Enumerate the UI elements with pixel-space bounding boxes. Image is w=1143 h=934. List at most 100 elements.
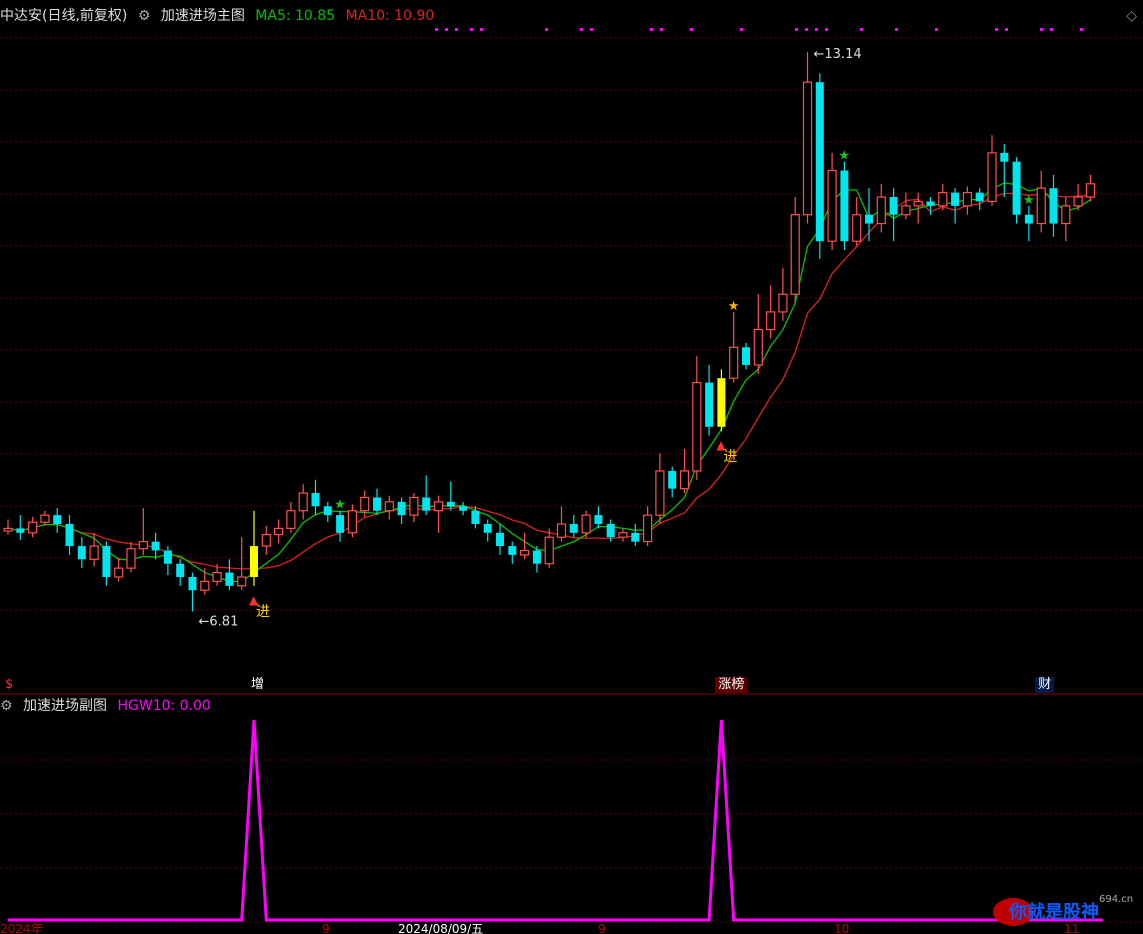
low-price-label: ←6.81 (199, 614, 239, 629)
entry-label: 进 (723, 449, 737, 465)
candle-body (508, 546, 517, 555)
signal-dot (690, 28, 693, 31)
event-tag[interactable]: $ (2, 677, 16, 693)
signal-dot (590, 28, 593, 31)
indicator-name[interactable]: 加速进场主图 (161, 8, 245, 24)
signal-dot (805, 28, 808, 31)
candle-body (679, 470, 690, 490)
candle-body (1024, 214, 1033, 224)
stock-title[interactable]: 中达安(日线,前复权) (0, 8, 127, 24)
sub-indicator-name[interactable]: 加速进场副图 (23, 698, 107, 714)
candle-body (519, 549, 530, 556)
candle-body (827, 169, 837, 242)
candle-body (397, 501, 406, 516)
candle-body (138, 541, 148, 550)
candle-body (496, 532, 504, 547)
candle-body (913, 200, 923, 207)
candle-body (951, 192, 960, 206)
x-axis-label: 2024年 (0, 922, 43, 934)
candle-body (926, 201, 935, 206)
candle-body (876, 196, 886, 225)
candle-body (901, 205, 911, 216)
entry-label: 进 (256, 604, 270, 620)
event-tag[interactable]: 涨榜 (715, 677, 748, 693)
gear-circle-icon[interactable]: ⚙ (138, 8, 151, 24)
signal-dot (795, 28, 798, 31)
candle-body (77, 546, 86, 560)
event-tag[interactable]: 增 (248, 677, 267, 693)
candle-body (1036, 187, 1046, 225)
candle-body (422, 497, 431, 511)
signal-dot (895, 28, 898, 31)
signal-dot (1050, 28, 1053, 31)
x-axis-label: 9 (322, 922, 330, 934)
hgw10-line (8, 719, 1103, 922)
candle-body (1012, 161, 1021, 215)
signal-dot (580, 28, 583, 31)
candle-body (384, 501, 394, 512)
candle-body (28, 521, 38, 534)
high-price-label: ←13.14 (814, 47, 862, 62)
x-axis-label: 2024/08/09/五 (398, 922, 483, 934)
candle-body (742, 347, 750, 365)
star-marker-icon: ★ (1023, 193, 1035, 208)
signal-dot (1080, 28, 1083, 31)
kline-chart[interactable]: ←6.81←13.14▲进▲进★★★★2024年 9 2024/08/09/五 9 10… (0, 0, 1143, 934)
event-tag[interactable]: 财 (1035, 677, 1055, 693)
candle-body (446, 501, 455, 507)
candle-body (89, 545, 99, 560)
candle-body (865, 214, 873, 224)
signal-dot (740, 28, 743, 31)
star-marker-icon: ★ (838, 149, 850, 164)
candle-body (975, 192, 984, 202)
candle-body (225, 572, 234, 586)
signal-dot (1040, 28, 1043, 31)
signal-dot (545, 28, 548, 31)
candle-body (606, 523, 615, 538)
candle-body (790, 214, 800, 295)
watermark: 你就是股神 694.cn (987, 890, 1137, 930)
candle-body (151, 541, 160, 551)
candle-body (212, 571, 222, 583)
candle-body (3, 527, 13, 532)
candle-body (65, 523, 74, 547)
diamond-icon[interactable]: ◇ (1126, 7, 1137, 25)
candle-body (188, 576, 197, 591)
x-axis-label: 9 (598, 922, 606, 934)
candle-body (286, 510, 296, 529)
candle-body (705, 382, 714, 427)
candle-body (200, 580, 210, 591)
signal-dot (455, 28, 458, 31)
candle-body (987, 152, 997, 203)
candle-body (471, 510, 480, 524)
candle-body (1073, 196, 1083, 207)
candle-body (40, 514, 50, 523)
gear-circle-icon[interactable]: ⚙ (0, 698, 13, 714)
candle-body (655, 470, 665, 516)
candle-body (1085, 183, 1096, 198)
candle-body (16, 528, 25, 533)
candle-body (581, 514, 591, 534)
candle-body (852, 214, 862, 242)
star-marker-icon: ★ (728, 299, 740, 314)
signal-dot (445, 28, 448, 31)
candle-body (114, 567, 124, 578)
candle-body (347, 510, 357, 534)
candle-body (483, 523, 492, 533)
candle-body (102, 546, 111, 577)
candle-body (53, 515, 62, 524)
candle-body (618, 532, 628, 538)
candle-body (938, 192, 948, 207)
candle-body (1000, 152, 1009, 162)
candle-body (556, 523, 567, 538)
candle-body (237, 576, 247, 587)
candle-body (409, 496, 419, 516)
signal-dot (435, 28, 438, 31)
signal-dot (860, 28, 863, 31)
ma5-line (7, 182, 1091, 583)
candle-body (765, 311, 776, 331)
watermark-logo-icon: 你就是股神 694.cn (993, 894, 1133, 926)
ma5-label: MA5: 10.85 (255, 8, 336, 24)
x-axis-label: 10 (834, 922, 849, 934)
signal-dot (825, 28, 828, 31)
